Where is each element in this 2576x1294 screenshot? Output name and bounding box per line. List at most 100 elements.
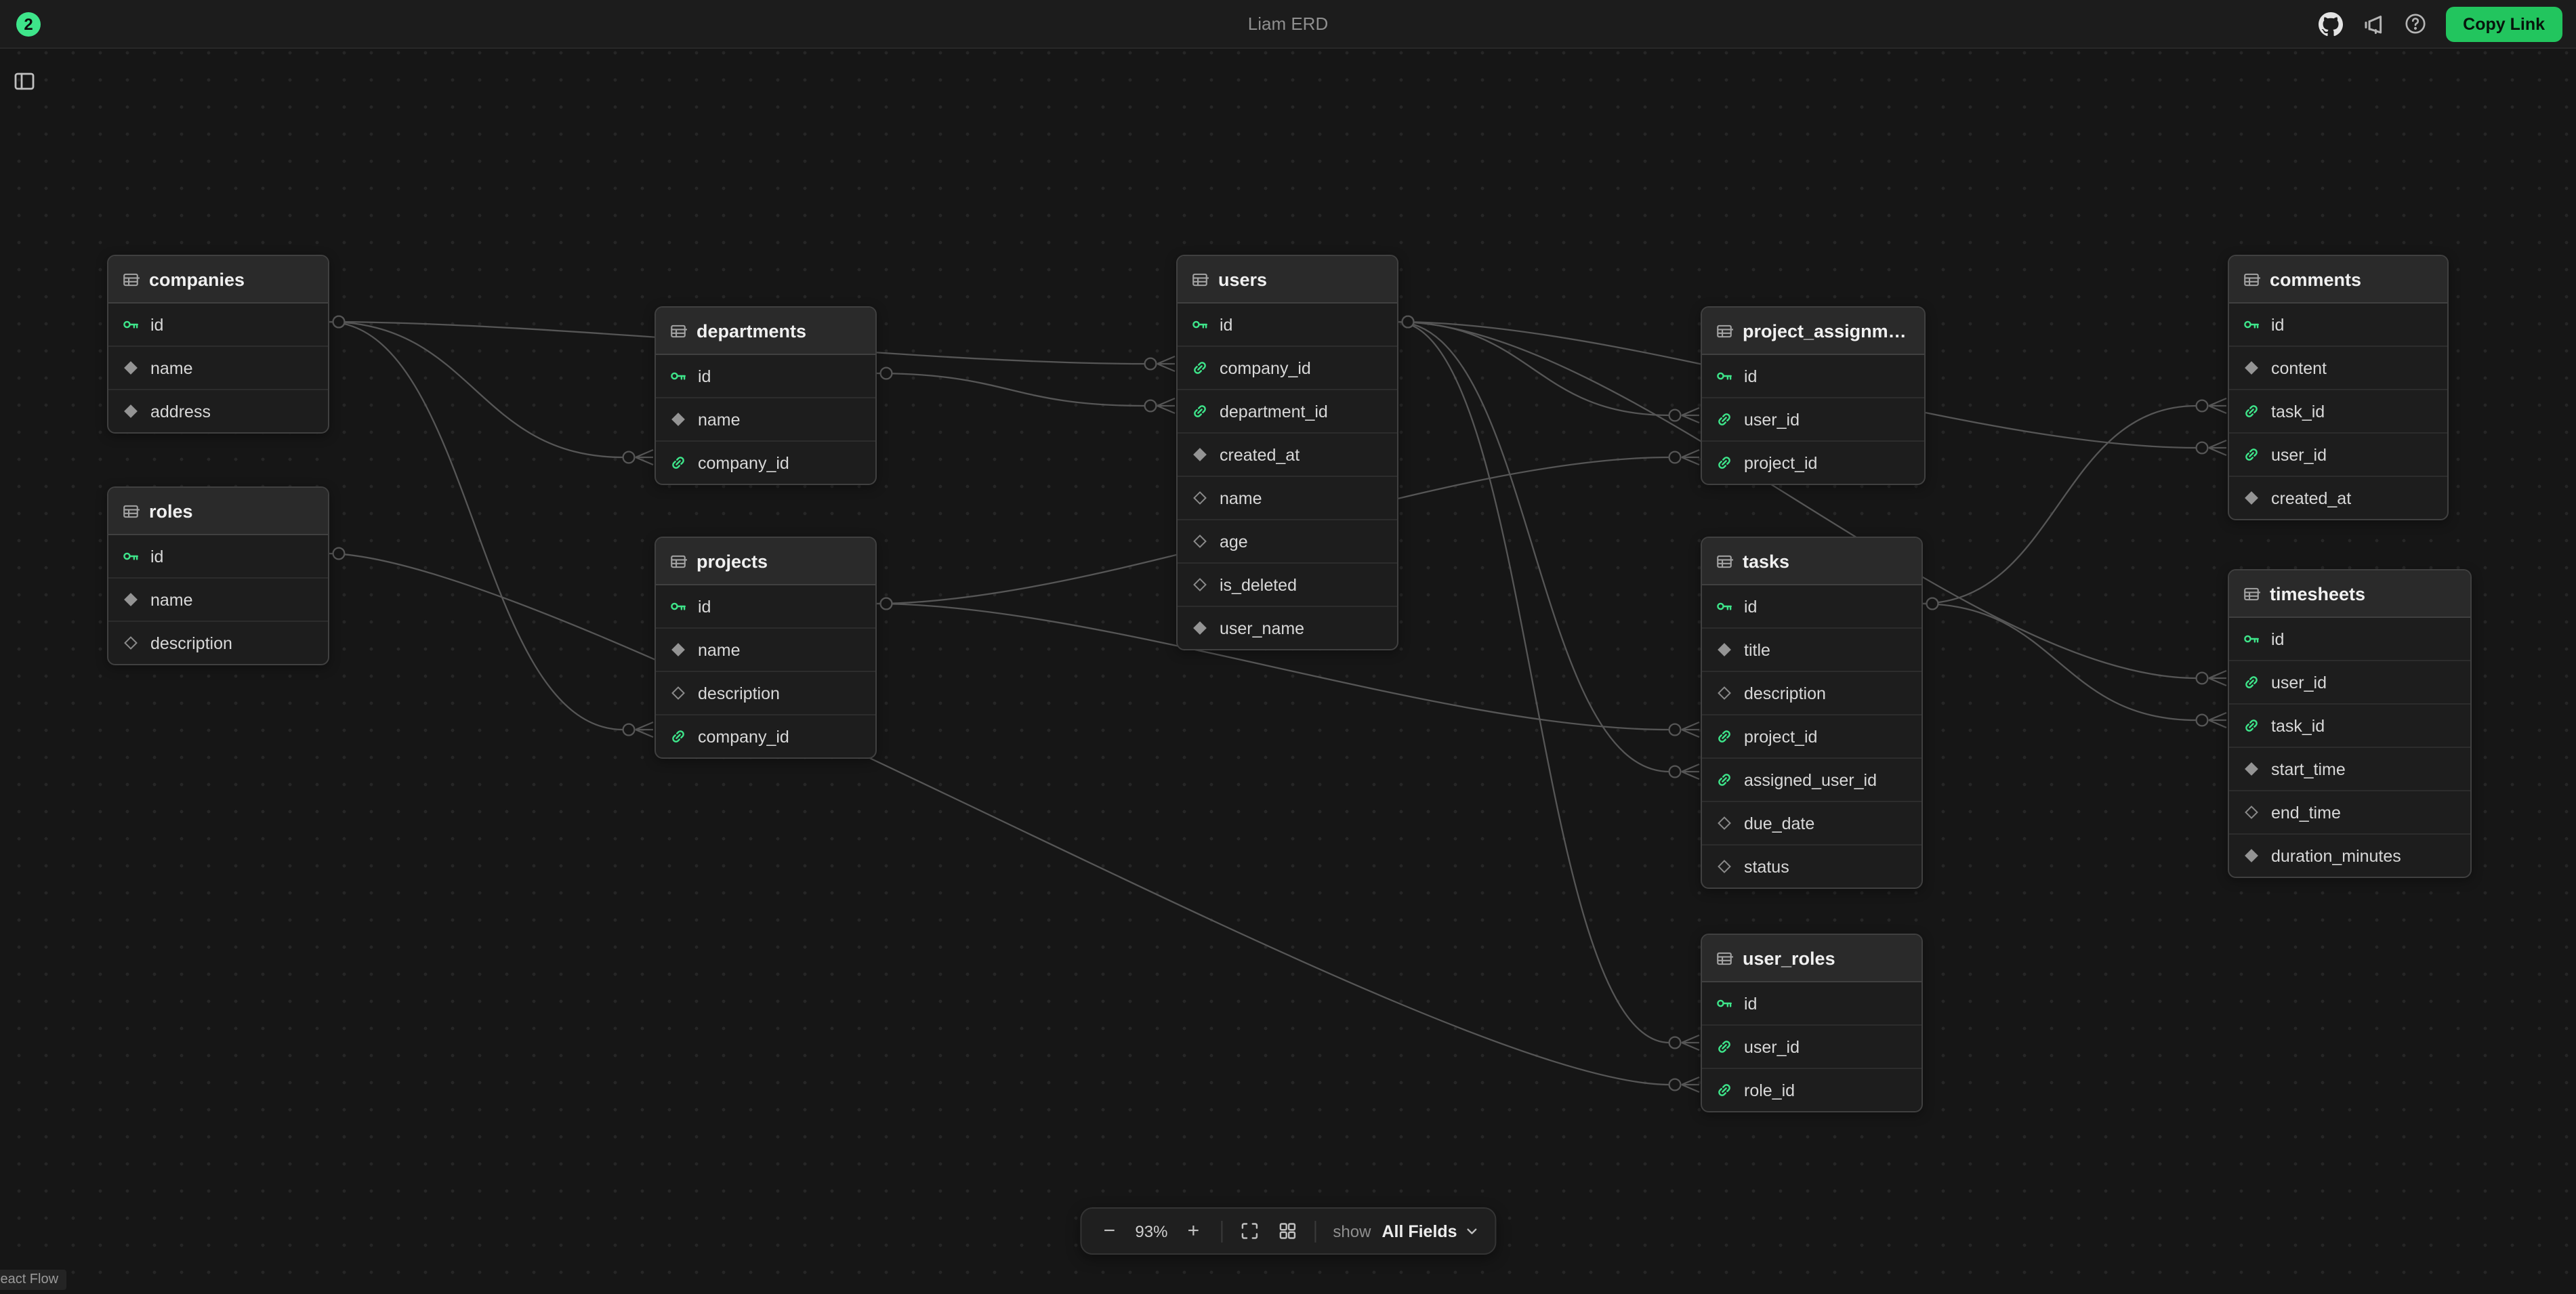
foreign-key-link-icon (1191, 359, 1209, 377)
relationship-edge (327, 554, 1669, 1085)
nullable-diamond-icon (2245, 806, 2258, 819)
cardinality-circle-marker (1669, 1037, 1681, 1049)
sidebar-toggle-button[interactable] (8, 65, 41, 98)
primary-key-icon (1716, 367, 1733, 385)
github-button[interactable] (2318, 12, 2342, 36)
table-node-comments[interactable]: commentsidcontenttask_iduser_idcreated_a… (2228, 255, 2449, 520)
field-name: id (1744, 367, 1757, 385)
fit-view-button[interactable] (1231, 1213, 1266, 1249)
fields-filter-value: All Fields (1382, 1222, 1457, 1240)
field-row-companies-address: address (108, 390, 328, 432)
field-name: company_id (1220, 358, 1311, 377)
table-icon (122, 270, 140, 288)
field-row-users-company_id: company_id (1178, 347, 1397, 390)
crow-foot-marker (1157, 398, 1175, 413)
not-null-diamond-icon (124, 361, 138, 375)
zoom-out-button[interactable]: − (1092, 1213, 1127, 1249)
field-name: description (1744, 684, 1826, 703)
table-node-departments[interactable]: departmentsidnamecompany_id (655, 306, 877, 485)
megaphone-icon (2361, 12, 2384, 35)
table-name: tasks (1743, 551, 1789, 571)
field-name: id (150, 315, 163, 334)
not-null-diamond-icon (1193, 448, 1207, 461)
table-node-timesheets[interactable]: timesheetsiduser_idtask_idstart_timeend_… (2228, 569, 2472, 878)
field-row-projects-name: name (656, 629, 875, 672)
zoom-in-button[interactable]: + (1176, 1213, 1211, 1249)
field-row-tasks-project_id: project_id (1702, 715, 1921, 759)
field-row-tasks-description: description (1702, 672, 1921, 715)
field-name: user_name (1220, 619, 1304, 638)
table-node-roles[interactable]: rolesidnamedescription (107, 486, 329, 665)
field-name: id (698, 367, 711, 385)
field-row-timesheets-duration_minutes: duration_minutes (2229, 835, 2470, 877)
foreign-key-link-icon (1716, 1038, 1733, 1056)
field-row-tasks-title: title (1702, 629, 1921, 672)
field-row-comments-created_at: created_at (2229, 477, 2447, 519)
table-node-user_roles[interactable]: user_rolesiduser_idrole_id (1701, 934, 1923, 1112)
field-name: end_time (2271, 803, 2341, 822)
crow-foot-marker (2209, 671, 2226, 686)
copy-link-button[interactable]: Copy Link (2445, 6, 2562, 41)
table-name: roles (149, 501, 193, 521)
field-name: id (698, 597, 711, 616)
field-name: task_id (2271, 402, 2325, 421)
not-null-diamond-icon (2245, 762, 2258, 776)
table-icon (1716, 322, 1733, 339)
field-name: user_id (2271, 673, 2327, 692)
field-name: name (698, 410, 741, 429)
not-null-diamond-icon (2245, 849, 2258, 862)
primary-key-icon (2243, 630, 2260, 648)
field-row-comments-id: id (2229, 304, 2447, 347)
table-icon (1716, 552, 1733, 570)
field-name: status (1744, 857, 1789, 876)
cardinality-one-marker (333, 548, 345, 560)
field-row-users-name: name (1178, 477, 1397, 520)
page-title: Liam ERD (1248, 14, 1329, 34)
fields-filter-dropdown[interactable]: All Fields (1376, 1222, 1484, 1240)
crow-foot-marker (1682, 764, 1699, 779)
table-icon (2243, 585, 2260, 602)
cardinality-one-marker (1403, 316, 1414, 328)
relationship-edge (1396, 322, 1669, 1043)
help-button[interactable] (2403, 12, 2426, 35)
table-node-tasks[interactable]: tasksidtitledescriptionproject_idassigne… (1701, 537, 1923, 889)
table-header-tasks: tasks (1702, 538, 1921, 585)
table-node-project_assignments[interactable]: project_assignmentsiduser_idproject_id (1701, 306, 1926, 485)
relationship-edge (1396, 322, 1669, 415)
relationship-edge (874, 373, 1145, 406)
relationship-edge (327, 322, 623, 457)
field-row-project_assignments-user_id: user_id (1702, 398, 1924, 442)
not-null-diamond-icon (2245, 361, 2258, 375)
announcement-button[interactable] (2361, 12, 2384, 35)
field-name: duration_minutes (2271, 846, 2401, 865)
field-name: id (2271, 315, 2284, 334)
table-node-users[interactable]: usersidcompany_iddepartment_idcreated_at… (1176, 255, 1398, 650)
field-row-timesheets-start_time: start_time (2229, 748, 2470, 791)
field-name: description (698, 684, 780, 703)
field-name: content (2271, 358, 2327, 377)
primary-key-icon (1716, 995, 1733, 1012)
field-row-timesheets-user_id: user_id (2229, 661, 2470, 705)
table-icon (1716, 949, 1733, 967)
erd-canvas[interactable]: companiesidnameaddress roles id name descrip… (0, 0, 2576, 1294)
field-name: created_at (1220, 445, 1300, 464)
tidy-up-button[interactable] (1269, 1213, 1304, 1249)
nullable-diamond-icon (1718, 816, 1731, 830)
field-name: id (150, 547, 163, 566)
table-node-projects[interactable]: projectsidnamedescriptioncompany_id (655, 537, 877, 759)
crow-foot-marker (2209, 440, 2226, 455)
relationship-edge (1396, 322, 1669, 772)
field-row-users-id: id (1178, 304, 1397, 347)
table-node-companies[interactable]: companiesidnameaddress (107, 255, 329, 434)
field-name: name (150, 590, 193, 609)
reactflow-attribution[interactable]: React Flow (0, 1270, 66, 1290)
field-row-timesheets-task_id: task_id (2229, 705, 2470, 748)
crow-foot-marker (2209, 398, 2226, 413)
primary-key-icon (122, 547, 140, 565)
table-header-users: users (1178, 256, 1397, 304)
canvas-toolbar: − 93% + show All Fields (1079, 1207, 1496, 1255)
crow-foot-marker (1682, 1077, 1699, 1092)
field-row-departments-name: name (656, 398, 875, 442)
crow-foot-marker (636, 722, 653, 737)
relationship-edge (327, 322, 623, 730)
